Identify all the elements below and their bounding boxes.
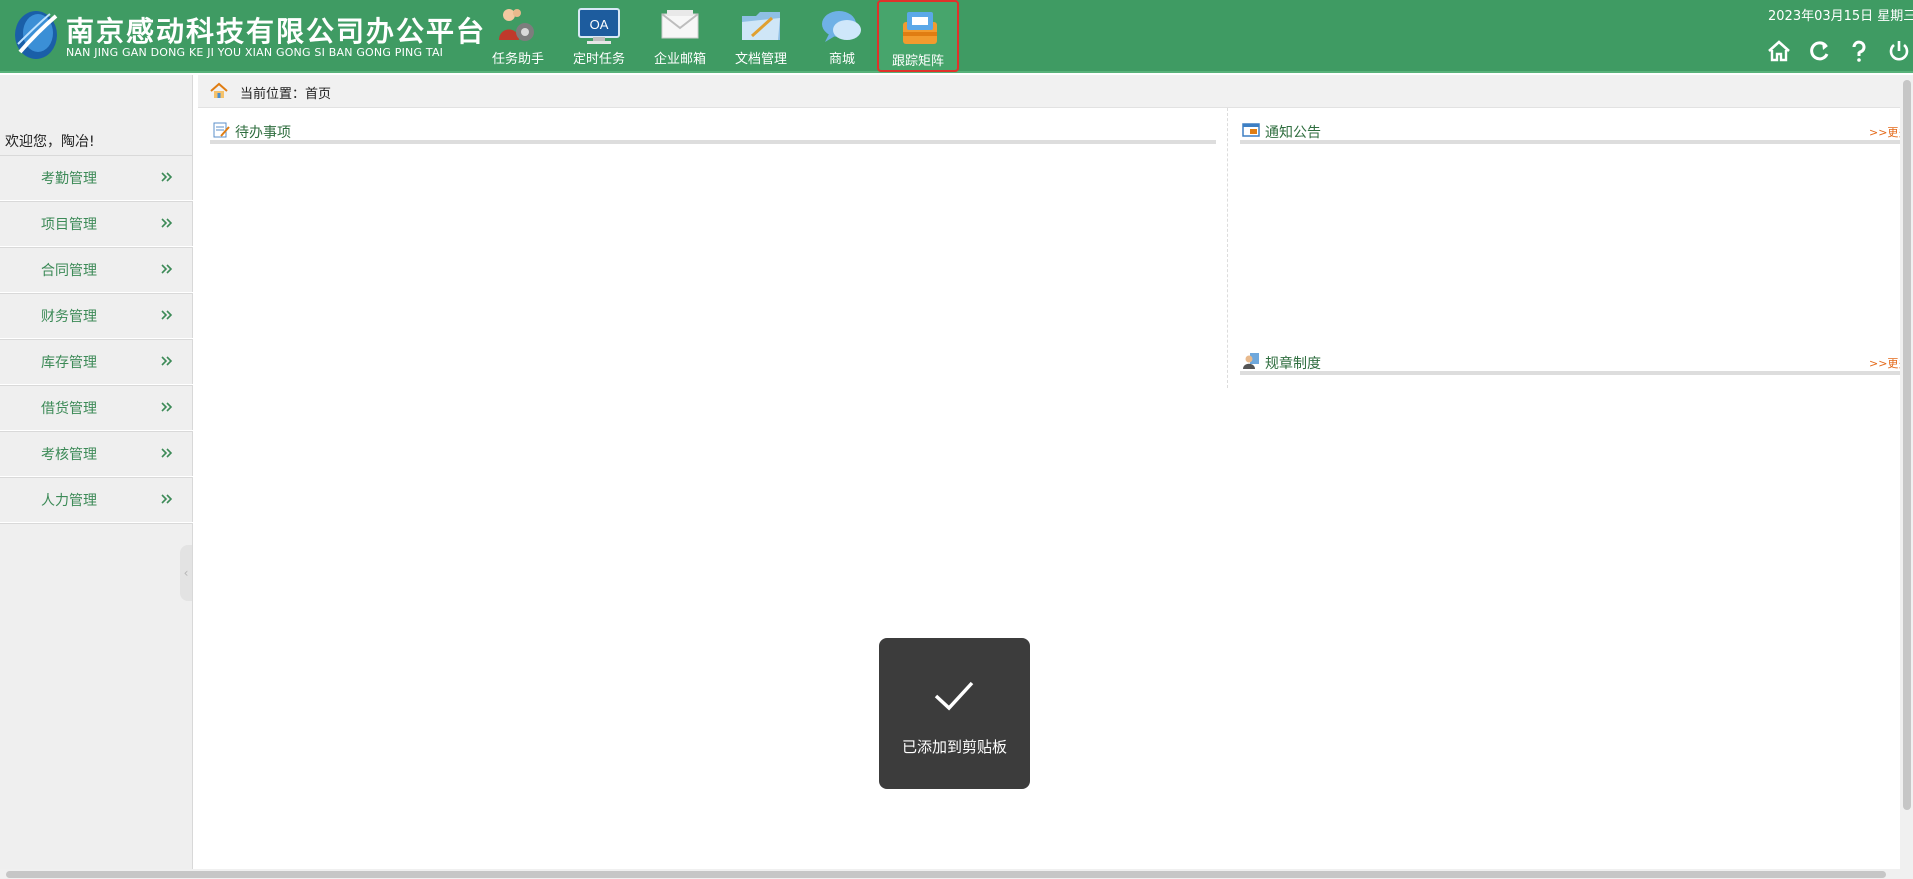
nav-enterprise-mail[interactable]: 企业邮箱	[641, 2, 719, 70]
sidebar-item-label: 借货管理	[41, 401, 97, 417]
notice-more-link[interactable]: >>更多	[1869, 124, 1902, 140]
nav-label: 文档管理	[734, 52, 787, 67]
nav-task-assistant[interactable]: 任务助手	[479, 2, 557, 70]
double-chevron-right-icon	[161, 310, 173, 320]
rules-person-icon	[1243, 353, 1259, 369]
sidebar-item-label: 考核管理	[41, 447, 97, 463]
task-assistant-icon	[499, 9, 534, 41]
nav-document-management[interactable]: 文档管理	[722, 2, 800, 70]
folder-icon	[742, 12, 780, 40]
company-logo-icon	[15, 11, 58, 59]
tracking-matrix-icon	[903, 12, 937, 44]
rules-panel-title: 规章制度	[1265, 356, 1321, 372]
double-chevron-right-icon	[161, 356, 173, 366]
sidebar-item-inventory[interactable]: 库存管理	[0, 339, 193, 385]
sidebar-item-finance[interactable]: 财务管理	[0, 293, 193, 339]
nav-mall[interactable]: 商城	[803, 2, 881, 70]
todo-panel-title: 待办事项	[235, 125, 291, 141]
app-title: 南京感动科技有限公司办公平台	[66, 15, 487, 48]
breadcrumb: 当前位置：首页	[198, 75, 1900, 108]
sidebar-item-project[interactable]: 项目管理	[0, 201, 193, 247]
nav-label: 任务助手	[491, 52, 544, 67]
breadcrumb-text: 当前位置：首页	[240, 87, 332, 102]
nav-label: 商城	[828, 52, 855, 67]
nav-tracking-matrix[interactable]: 跟踪矩阵	[877, 0, 959, 72]
current-datetime: 2023年03月15日 星期三	[1768, 9, 1913, 24]
refresh-icon[interactable]	[1806, 38, 1832, 64]
home-icon[interactable]	[1766, 38, 1792, 64]
chat-bubble-icon	[822, 11, 861, 42]
sidebar-item-label: 考勤管理	[41, 171, 97, 187]
double-chevron-right-icon	[161, 448, 173, 458]
double-chevron-right-icon	[161, 402, 173, 412]
todo-panel-header: 待办事项	[210, 114, 1216, 144]
welcome-message: 欢迎您，陶冶!	[5, 134, 95, 150]
sidebar-item-label: 合同管理	[41, 263, 97, 279]
power-icon[interactable]	[1886, 38, 1912, 64]
mail-icon	[661, 10, 699, 39]
nav-label: 企业邮箱	[653, 52, 706, 67]
sidebar-item-label: 项目管理	[41, 217, 97, 233]
oa-monitor-icon: OA	[578, 8, 620, 44]
sidebar-menu-end	[0, 523, 193, 524]
sidebar-collapse-handle[interactable]: ‹	[180, 545, 192, 601]
notice-board-icon	[1242, 123, 1260, 137]
horizontal-scrollbar[interactable]	[6, 871, 1886, 878]
toast-message: 已添加到剪贴板	[901, 738, 1007, 756]
rules-panel-header: 规章制度 >>更多	[1240, 345, 1902, 375]
sidebar-item-label: 人力管理	[41, 493, 97, 509]
panel-divider	[1227, 108, 1228, 388]
sidebar-menu: 考勤管理 项目管理 合同管理 财务管理 库存管理 借货管理 考核管理 人力管理	[0, 155, 193, 524]
sidebar-item-contract[interactable]: 合同管理	[0, 247, 193, 293]
notice-panel-title: 通知公告	[1265, 125, 1321, 141]
nav-scheduled-task[interactable]: OA 定时任务	[560, 2, 638, 70]
double-chevron-right-icon	[161, 218, 173, 228]
sidebar-item-attendance[interactable]: 考勤管理	[0, 155, 193, 201]
notice-panel-header: 通知公告 >>更多	[1240, 114, 1902, 144]
sidebar-item-loan[interactable]: 借货管理	[0, 385, 193, 431]
double-chevron-right-icon	[161, 494, 173, 504]
sidebar-item-label: 财务管理	[41, 309, 97, 325]
nav-label: 定时任务	[572, 52, 625, 67]
rules-more-link[interactable]: >>更多	[1869, 355, 1902, 371]
checkmark-icon	[934, 681, 974, 711]
app-subtitle: NAN JING GAN DONG KE JI YOU XIAN GONG SI…	[66, 46, 444, 59]
double-chevron-right-icon	[161, 172, 173, 182]
clipboard-toast: 已添加到剪贴板	[879, 638, 1030, 789]
sidebar-item-assessment[interactable]: 考核管理	[0, 431, 193, 477]
sidebar-item-label: 库存管理	[41, 355, 97, 371]
sidebar-item-hr[interactable]: 人力管理	[0, 477, 193, 523]
top-header: 南京感动科技有限公司办公平台 NAN JING GAN DONG KE JI Y…	[0, 0, 1913, 73]
nav-label: 跟踪矩阵	[891, 54, 944, 69]
double-chevron-right-icon	[161, 264, 173, 274]
home-location-icon	[210, 82, 228, 98]
todo-list-icon	[213, 122, 230, 138]
svg-text:OA: OA	[590, 17, 609, 32]
vertical-scrollbar[interactable]	[1903, 80, 1911, 810]
chevron-left-icon: ‹	[183, 566, 189, 580]
help-icon[interactable]	[1846, 38, 1872, 64]
sidebar: 欢迎您，陶冶! 考勤管理 项目管理 合同管理 财务管理 库存管理 借货管理 考核…	[0, 75, 193, 870]
